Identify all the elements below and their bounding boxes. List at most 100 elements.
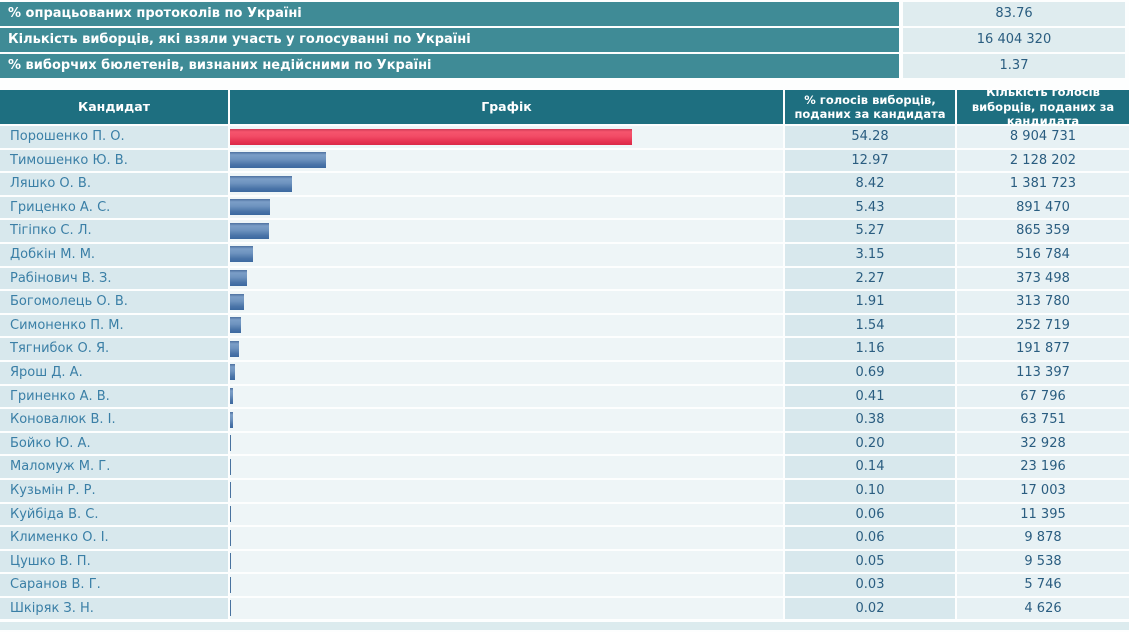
votes-count-cell: 113 397 xyxy=(957,361,1129,384)
candidate-name-cell: Ляшко О. В. xyxy=(0,173,228,195)
summary-value: 83.76 xyxy=(903,2,1125,26)
vote-bar xyxy=(230,529,231,546)
vote-bar xyxy=(230,270,247,287)
summary-value: 16 404 320 xyxy=(903,28,1125,52)
votes-count-cell: 313 780 xyxy=(957,291,1129,313)
percent-cell: 12.97 xyxy=(785,149,955,172)
vote-bar xyxy=(230,128,632,145)
table-row: Тимошенко Ю. В. 12.97 2 128 202 xyxy=(0,149,1129,172)
table-row: Шкіряк З. Н. 0.02 4 626 xyxy=(0,597,1129,620)
votes-count-cell: 865 359 xyxy=(957,220,1129,242)
summary-label: % опрацьованих протоколів по Україні xyxy=(0,2,899,26)
header-count: Кількість голосів виборців, поданих за к… xyxy=(957,85,1129,128)
candidate-name-cell: Саранов В. Г. xyxy=(0,574,228,596)
table-row: Клименко О. І. 0.06 9 878 xyxy=(0,527,1129,549)
table-row: Ярош Д. А. 0.69 113 397 xyxy=(0,361,1129,384)
votes-count-cell: 67 796 xyxy=(957,385,1129,408)
percent-cell: 5.43 xyxy=(785,196,955,219)
candidate-name-cell: Тягнибок О. Я. xyxy=(0,338,228,360)
candidate-name-cell: Кузьмін Р. Р. xyxy=(0,479,228,502)
table-row: Добкін М. М. 3.15 516 784 xyxy=(0,243,1129,266)
votes-count-cell: 373 498 xyxy=(957,267,1129,290)
graph-cell xyxy=(230,527,783,549)
candidate-name-cell: Порошенко П. О. xyxy=(0,126,228,148)
summary-label: % виборчих бюлетенів, визнаних недійсним… xyxy=(0,54,899,78)
summary-row: Кількість виборців, які взяли участь у г… xyxy=(0,28,1129,52)
graph-cell xyxy=(230,432,783,455)
graph-cell xyxy=(230,409,783,431)
results-rows: Порошенко П. О. 54.28 8 904 731 Тимошенк… xyxy=(0,126,1129,620)
vote-bar xyxy=(230,482,231,499)
vote-bar xyxy=(230,388,233,405)
votes-count-cell: 1 381 723 xyxy=(957,173,1129,195)
candidate-name-cell: Рабінович В. З. xyxy=(0,267,228,290)
percent-cell: 2.27 xyxy=(785,267,955,290)
graph-cell xyxy=(230,291,783,313)
graph-cell xyxy=(230,338,783,360)
candidate-name-cell: Бойко Ю. А. xyxy=(0,432,228,455)
table-row: Саранов В. Г. 0.03 5 746 xyxy=(0,574,1129,596)
table-row: Симоненко П. М. 1.54 252 719 xyxy=(0,314,1129,337)
table-row: Порошенко П. О. 54.28 8 904 731 xyxy=(0,126,1129,148)
header-candidate: Кандидат xyxy=(0,90,228,124)
percent-cell: 0.10 xyxy=(785,479,955,502)
percent-cell: 0.02 xyxy=(785,597,955,620)
table-row: Тягнибок О. Я. 1.16 191 877 xyxy=(0,338,1129,360)
graph-cell xyxy=(230,267,783,290)
graph-cell xyxy=(230,597,783,620)
percent-cell: 5.27 xyxy=(785,220,955,242)
graph-cell xyxy=(230,243,783,266)
votes-count-cell: 63 751 xyxy=(957,409,1129,431)
candidate-name-cell: Маломуж М. Г. xyxy=(0,456,228,478)
votes-count-cell: 191 877 xyxy=(957,338,1129,360)
graph-cell xyxy=(230,126,783,148)
vote-bar xyxy=(230,576,231,593)
vote-bar xyxy=(230,175,292,192)
summary-value: 1.37 xyxy=(903,54,1125,78)
table-row: Гриненко А. В. 0.41 67 796 xyxy=(0,385,1129,408)
table-row: Маломуж М. Г. 0.14 23 196 xyxy=(0,456,1129,478)
candidate-name-cell: Куйбіда В. С. xyxy=(0,503,228,526)
vote-bar xyxy=(230,553,231,570)
percent-cell: 0.38 xyxy=(785,409,955,431)
graph-cell xyxy=(230,314,783,337)
percent-cell: 0.06 xyxy=(785,527,955,549)
candidate-name-cell: Гриценко А. С. xyxy=(0,196,228,219)
vote-bar xyxy=(230,199,270,216)
vote-bar xyxy=(230,222,269,239)
table-header-row: Кандидат Графік % голосів виборців, пода… xyxy=(0,85,1129,128)
graph-cell xyxy=(230,479,783,502)
votes-count-cell: 4 626 xyxy=(957,597,1129,620)
candidate-name-cell: Добкін М. М. xyxy=(0,243,228,266)
table-row: Тігіпко С. Л. 5.27 865 359 xyxy=(0,220,1129,242)
percent-cell: 0.05 xyxy=(785,550,955,573)
votes-count-cell: 2 128 202 xyxy=(957,149,1129,172)
summary-row: % виборчих бюлетенів, визнаних недійсним… xyxy=(0,54,1129,78)
percent-cell: 0.41 xyxy=(785,385,955,408)
graph-cell xyxy=(230,456,783,478)
candidate-name-cell: Гриненко А. В. xyxy=(0,385,228,408)
percent-cell: 8.42 xyxy=(785,173,955,195)
table-row: Богомолець О. В. 1.91 313 780 xyxy=(0,291,1129,313)
vote-bar xyxy=(230,317,241,334)
vote-bar xyxy=(230,411,233,428)
votes-count-cell: 8 904 731 xyxy=(957,126,1129,148)
graph-cell xyxy=(230,149,783,172)
graph-cell xyxy=(230,173,783,195)
candidate-name-cell: Коновалюк В. І. xyxy=(0,409,228,431)
percent-cell: 0.14 xyxy=(785,456,955,478)
percent-cell: 1.91 xyxy=(785,291,955,313)
votes-count-cell: 5 746 xyxy=(957,574,1129,596)
candidate-name-cell: Ярош Д. А. xyxy=(0,361,228,384)
percent-cell: 0.20 xyxy=(785,432,955,455)
votes-count-cell: 9 878 xyxy=(957,527,1129,549)
vote-bar xyxy=(230,435,231,452)
graph-cell xyxy=(230,196,783,219)
votes-count-cell: 23 196 xyxy=(957,456,1129,478)
graph-cell xyxy=(230,503,783,526)
table-row: Рабінович В. З. 2.27 373 498 xyxy=(0,267,1129,290)
graph-cell xyxy=(230,550,783,573)
percent-cell: 1.16 xyxy=(785,338,955,360)
percent-cell: 3.15 xyxy=(785,243,955,266)
votes-count-cell: 9 538 xyxy=(957,550,1129,573)
